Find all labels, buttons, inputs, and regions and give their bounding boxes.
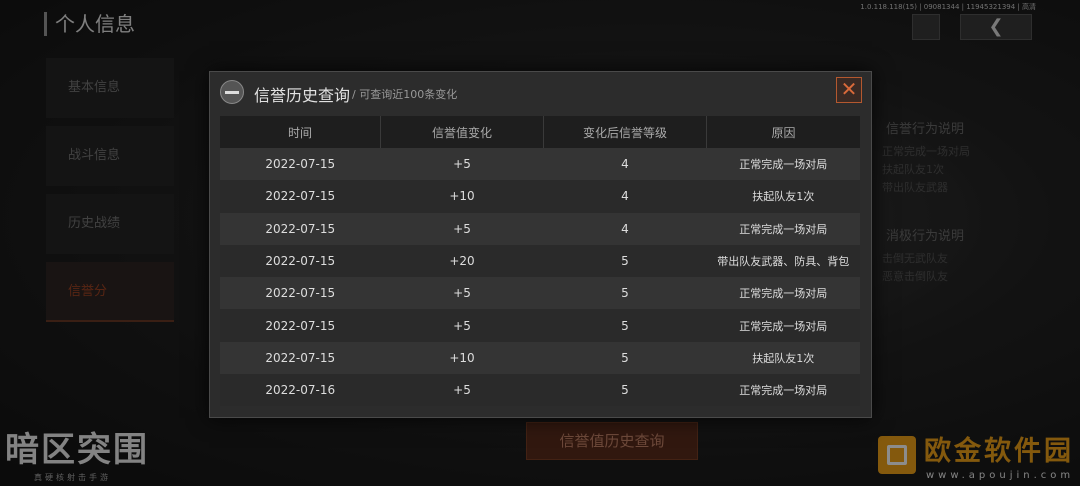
table-row: 2022-07-15 +10 4 扶起队友1次 bbox=[220, 180, 860, 213]
credit-badge-icon bbox=[220, 80, 244, 104]
cell-reason: 正常完成一场对局 bbox=[706, 309, 860, 342]
modal-title: 信誉历史查询 bbox=[254, 86, 351, 105]
column-header-time: 时间 bbox=[220, 116, 381, 148]
cell-level: 5 bbox=[543, 244, 707, 278]
cell-change: +5 bbox=[380, 309, 544, 342]
cell-time: 2022-07-15 bbox=[220, 277, 381, 310]
cell-time: 2022-07-15 bbox=[220, 341, 381, 375]
cell-time: 2022-07-15 bbox=[220, 212, 381, 245]
modal-subtitle: / 可查询近100条变化 bbox=[352, 88, 458, 101]
column-header-level: 变化后信誉等级 bbox=[543, 116, 707, 148]
cell-reason: 正常完成一场对局 bbox=[706, 277, 860, 310]
table-row: 2022-07-16 +5 5 正常完成一场对局 bbox=[220, 374, 860, 407]
column-header-reason: 原因 bbox=[706, 116, 860, 148]
table-row: 2022-07-15 +10 5 扶起队友1次 bbox=[220, 341, 860, 375]
cell-change: +5 bbox=[380, 277, 544, 310]
table-row: 2022-07-15 +5 5 正常完成一场对局 bbox=[220, 309, 860, 342]
cell-level: 5 bbox=[543, 374, 707, 407]
cell-reason: 正常完成一场对局 bbox=[706, 374, 860, 407]
table-row: 2022-07-15 +5 4 正常完成一场对局 bbox=[220, 212, 860, 245]
cell-reason: 扶起队友1次 bbox=[706, 180, 860, 213]
cell-time: 2022-07-15 bbox=[220, 244, 381, 278]
table-row: 2022-07-15 +20 5 带出队友武器、防具、背包 bbox=[220, 244, 860, 278]
table-header-row: 时间 信誉值变化 变化后信誉等级 原因 bbox=[220, 116, 860, 148]
cell-level: 5 bbox=[543, 277, 707, 310]
credit-history-table: 时间 信誉值变化 变化后信誉等级 原因 2022-07-15 +5 4 正常完成… bbox=[220, 116, 860, 407]
table-row: 2022-07-15 +5 4 正常完成一场对局 bbox=[220, 148, 860, 181]
cell-reason: 正常完成一场对局 bbox=[706, 212, 860, 245]
cell-time: 2022-07-15 bbox=[220, 180, 381, 213]
cell-change: +10 bbox=[380, 341, 544, 375]
cell-change: +5 bbox=[380, 148, 544, 181]
cell-change: +10 bbox=[380, 180, 544, 213]
cell-change: +20 bbox=[380, 244, 544, 278]
cell-reason: 扶起队友1次 bbox=[706, 341, 860, 375]
credit-history-modal: 信誉历史查询 / 可查询近100条变化 ✕ 时间 信誉值变化 变化后信誉等级 原… bbox=[209, 71, 872, 418]
cell-level: 4 bbox=[543, 148, 707, 181]
cell-time: 2022-07-15 bbox=[220, 148, 381, 181]
cell-change: +5 bbox=[380, 212, 544, 245]
cell-level: 4 bbox=[543, 212, 707, 245]
close-icon[interactable]: ✕ bbox=[836, 77, 862, 103]
cell-time: 2022-07-15 bbox=[220, 309, 381, 342]
cell-time: 2022-07-16 bbox=[220, 374, 381, 407]
cell-level: 4 bbox=[543, 180, 707, 213]
cell-reason: 正常完成一场对局 bbox=[706, 148, 860, 181]
cell-level: 5 bbox=[543, 309, 707, 342]
cell-change: +5 bbox=[380, 374, 544, 407]
column-header-change: 信誉值变化 bbox=[380, 116, 544, 148]
table-row: 2022-07-15 +5 5 正常完成一场对局 bbox=[220, 277, 860, 310]
cell-reason: 带出队友武器、防具、背包 bbox=[706, 244, 860, 278]
cell-level: 5 bbox=[543, 341, 707, 375]
